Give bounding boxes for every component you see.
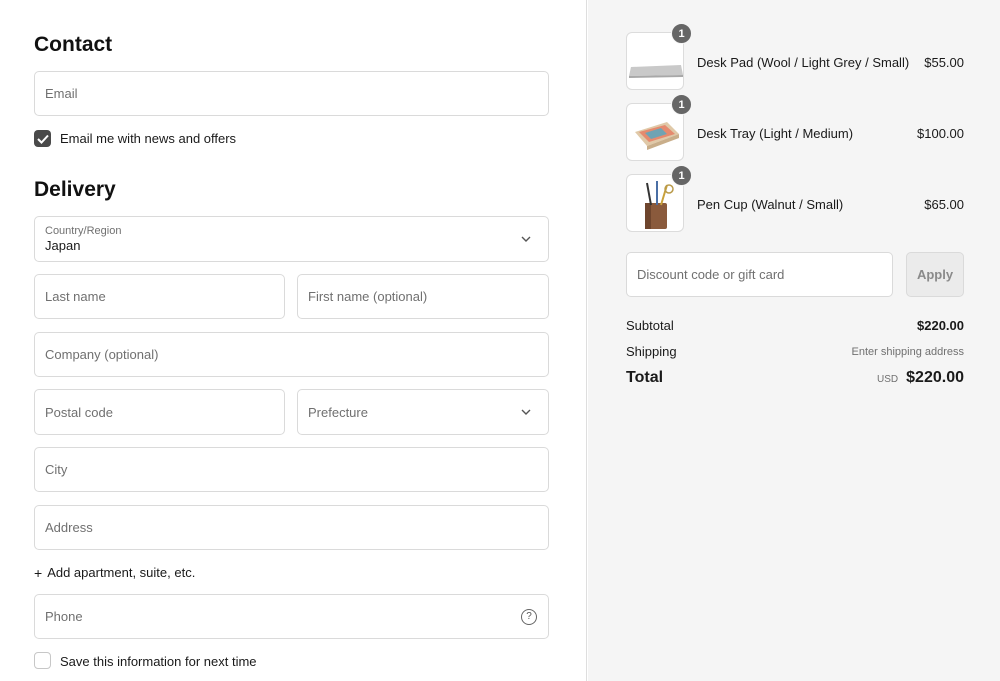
chevron-down-icon [516, 229, 536, 249]
last-name-field[interactable]: Last name [34, 274, 285, 319]
quantity-badge: 1 [671, 23, 692, 44]
cart-item-name: Desk Pad (Wool / Light Grey / Small) [697, 55, 910, 70]
total-value: $220.00 [906, 369, 964, 386]
discount-code-placeholder: Discount code or gift card [637, 267, 785, 282]
prefecture-placeholder: Prefecture [308, 404, 368, 420]
shipping-value: Enter shipping address [851, 346, 964, 358]
cart-item-thumbnail: 1 [626, 94, 692, 161]
quantity-badge: 1 [671, 94, 692, 115]
first-name-placeholder: First name (optional) [308, 289, 428, 304]
total-currency: USD [877, 374, 899, 385]
city-field[interactable]: City [34, 447, 549, 492]
order-summary-panel: 1 Desk Pad (Wool / Light Grey / Small) $… [588, 0, 1000, 681]
subtotal-value: $220.00 [917, 318, 964, 333]
delivery-heading: Delivery [34, 178, 116, 201]
prefecture-select[interactable]: Prefecture [297, 389, 549, 435]
contact-heading: Contact [34, 33, 113, 56]
cart-item-name: Pen Cup (Walnut / Small) [697, 197, 844, 212]
quantity-badge: 1 [671, 165, 692, 186]
cart-item-price: $55.00 [924, 55, 964, 70]
news-offers-checkbox[interactable] [34, 130, 51, 147]
total-amount: USD $220.00 [877, 369, 964, 387]
discount-code-field[interactable]: Discount code or gift card [626, 252, 893, 297]
postal-code-field[interactable]: Postal code [34, 389, 285, 435]
news-offers-label: Email me with news and offers [60, 131, 237, 146]
company-placeholder: Company (optional) [45, 347, 159, 362]
check-icon [36, 134, 49, 144]
last-name-placeholder: Last name [45, 289, 106, 304]
cart-item-name: Desk Tray (Light / Medium) [697, 126, 854, 141]
country-label: Country/Region [45, 224, 122, 237]
total-label: Total [626, 369, 664, 386]
subtotal-label: Subtotal [626, 318, 674, 333]
cart-item-thumbnail: 1 [626, 23, 692, 90]
phone-placeholder: Phone [45, 609, 83, 624]
save-info-label: Save this information for next time [60, 654, 257, 669]
add-apartment-link[interactable]: + Add apartment, suite, etc. [34, 565, 195, 580]
add-apartment-label: Add apartment, suite, etc. [47, 565, 196, 580]
cart-item-thumbnail: 1 [626, 165, 692, 232]
city-placeholder: City [45, 462, 68, 477]
plus-icon: + [34, 564, 43, 581]
address-placeholder: Address [45, 520, 93, 535]
shipping-label: Shipping [626, 344, 677, 359]
apply-button[interactable]: Apply [906, 252, 964, 297]
checkout-form-panel: Contact Email Email me with news and off… [0, 0, 587, 681]
phone-field[interactable]: Phone ? [34, 594, 549, 639]
postal-code-placeholder: Postal code [45, 404, 113, 420]
cart-item-price: $65.00 [924, 197, 964, 212]
help-icon[interactable]: ? [521, 608, 537, 625]
address-field[interactable]: Address [34, 505, 549, 550]
country-value: Japan [45, 237, 81, 253]
country-select[interactable]: Country/Region Japan [34, 216, 549, 262]
cart-item-price: $100.00 [917, 126, 964, 141]
email-placeholder: Email [45, 86, 78, 101]
first-name-field[interactable]: First name (optional) [297, 274, 549, 319]
save-info-checkbox[interactable] [34, 652, 51, 669]
email-field[interactable]: Email [34, 71, 549, 116]
chevron-down-icon [516, 402, 536, 422]
company-field[interactable]: Company (optional) [34, 332, 549, 377]
